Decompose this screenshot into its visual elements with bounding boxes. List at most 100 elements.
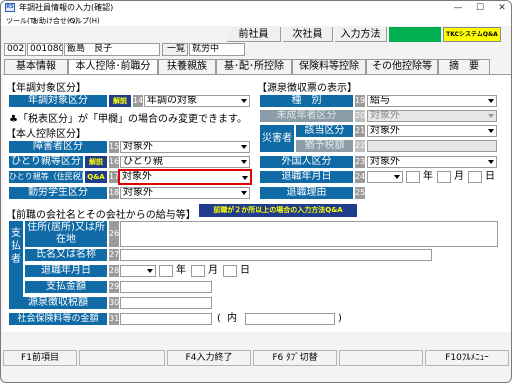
employee-code: 001080	[27, 43, 63, 56]
f8-blank-button[interactable]	[339, 350, 423, 366]
gaitou-label: 該当区分	[296, 125, 353, 137]
pay-amount-field-number: 29	[109, 281, 120, 293]
app-window: RS 年調社員情報の入力(確認) — ☐ ✕ ツール(T) お助け合せ(Q) ヘ…	[0, 0, 512, 383]
social-insurance-inner-input[interactable]	[245, 313, 335, 325]
gaikoku-field-number: 23	[355, 156, 366, 168]
retire-year-input[interactable]	[159, 265, 173, 277]
maximize-icon[interactable]: ☐	[469, 1, 491, 15]
company-name-input[interactable]	[120, 249, 432, 261]
gensen-section-title: 【源泉徴収票の表示】	[257, 83, 357, 94]
menu-help[interactable]: ヘルプ(H)	[68, 16, 100, 26]
f10-full-menu-button[interactable]: F10ﾌﾙﾒﾆｭｰ	[425, 350, 509, 366]
yuuyo-field-number: 22	[355, 140, 366, 152]
nenchou-field-number: 14	[133, 95, 144, 107]
address-input[interactable]	[120, 221, 498, 247]
kinrou-select[interactable]: 対象外	[120, 187, 250, 199]
shubetsu-value: 給与	[370, 95, 390, 106]
f2-blank-button[interactable]	[79, 350, 165, 366]
hitorioya-value: ひとり親	[123, 156, 163, 167]
hitorioya-select[interactable]: ひとり親	[120, 156, 250, 168]
f6-tab-switch-button[interactable]: F6 ﾀﾌﾞ切替	[253, 350, 337, 366]
social-insurance-input[interactable]	[120, 313, 212, 325]
tkc-qa-button[interactable]: TKCシステムQ&A	[443, 27, 501, 42]
kinrou-label: 勤労学生区分	[9, 187, 107, 199]
taishoku-reason-field-number: 25	[355, 187, 366, 199]
shubetsu-select[interactable]: 給与	[367, 95, 497, 107]
gaitou-value: 対象外	[370, 125, 400, 136]
chevron-down-icon	[241, 145, 247, 149]
taishoku-month-input[interactable]	[437, 171, 451, 183]
pay-amount-input[interactable]	[120, 281, 212, 293]
yuuyo-amount-field	[367, 140, 497, 152]
tab-basic-spouse-deduction[interactable]: 基･配･所控除	[216, 59, 292, 74]
taishoku-era-select[interactable]	[367, 171, 403, 183]
shougai-select[interactable]: 対象外	[120, 141, 250, 153]
payer-side-label: 支払者	[9, 221, 23, 297]
company-name-label: 氏名又は名称	[25, 249, 107, 261]
retire-day-label: 日	[240, 265, 250, 276]
retire-month-label: 月	[208, 265, 218, 276]
employee-name: 飯島 良子	[64, 43, 160, 56]
paren-close: )	[338, 313, 342, 324]
minimize-icon[interactable]: —	[447, 1, 469, 15]
year-label: 年	[423, 171, 433, 182]
title-bar: RS 年調社員情報の入力(確認) — ☐ ✕	[1, 1, 511, 15]
nenchou-select[interactable]: 年調の対象	[144, 95, 250, 107]
retire-era-select[interactable]	[120, 265, 156, 277]
month-label: 月	[454, 171, 464, 182]
social-insurance-field-number: 31	[109, 313, 120, 325]
tab-dependents[interactable]: 扶養親族	[158, 59, 216, 74]
miseinen-label: 未成年者区分	[260, 110, 353, 122]
gaitou-field-number: 21	[355, 125, 366, 137]
hitorioya-ju-qa-button[interactable]: Q&A	[85, 171, 107, 183]
chevron-down-icon	[241, 160, 247, 164]
uchi-label: 内	[227, 313, 237, 324]
nenchou-value: 年調の対象	[147, 95, 197, 106]
hitorioya-label: ひとり親等区分	[9, 156, 83, 168]
tab-other-deductions[interactable]: その他控除等	[366, 59, 438, 74]
withholding-tax-input[interactable]	[120, 297, 212, 309]
retire-date-field-number: 28	[109, 265, 120, 277]
address-field-number: 26	[109, 221, 119, 247]
f1-prev-field-button[interactable]: F1前項目	[3, 350, 77, 366]
next-employee-button[interactable]: 次社員	[283, 27, 333, 42]
koujo-section-title: 【本人控除区分】	[6, 129, 86, 140]
nenchou-label: 年調対象区分	[9, 95, 107, 107]
taishoku-day-input[interactable]	[468, 171, 482, 183]
nenchou-section-title: 【年調対象区分】	[6, 83, 86, 94]
nenchou-note: ♣「税表区分」が「甲欄」の場合のみ変更できます。	[9, 114, 247, 125]
list-button[interactable]: 一覧	[162, 43, 188, 56]
gaikoku-select[interactable]: 対象外	[367, 156, 497, 168]
tab-remarks[interactable]: 摘 要	[438, 59, 490, 74]
taishoku-year-input[interactable]	[406, 171, 420, 183]
prev-employee-button[interactable]: 前社員	[227, 27, 281, 42]
miseinen-value: 対象外	[370, 110, 400, 121]
taishoku-date-label: 退職年月日	[260, 171, 353, 183]
retire-year-label: 年	[176, 265, 186, 276]
tab-insurance-deduction[interactable]: 保険料等控除	[292, 59, 366, 74]
miseinen-field-number: 20	[355, 110, 366, 122]
close-icon[interactable]: ✕	[491, 1, 511, 15]
chevron-down-icon	[241, 191, 247, 195]
input-method-button[interactable]: 入力方法	[335, 27, 387, 42]
gaitou-select[interactable]: 対象外	[367, 125, 497, 137]
hitorioya-field-number: 16	[109, 156, 120, 168]
tab-basic-info[interactable]: 基本情報	[4, 59, 68, 74]
miseinen-select: 対象外	[367, 110, 497, 122]
hitorioya-ju-select[interactable]: 対象外	[118, 169, 252, 185]
shubetsu-label: 種 別	[260, 95, 353, 107]
prev-company-title: 【前職の会社名とその会社からの給与等】	[6, 210, 196, 221]
retire-day-input[interactable]	[223, 265, 237, 277]
f4-finish-input-button[interactable]: F4入力終了	[167, 350, 251, 366]
company-name-field-number: 27	[109, 249, 120, 261]
prev-company-help-button[interactable]: 前職が２か所以上の場合の入力方法Q&A	[199, 204, 357, 217]
retire-month-input[interactable]	[191, 265, 205, 277]
nenchou-help-button[interactable]: 解説	[109, 95, 131, 107]
address-label: 住所(居所)又は所在地	[25, 221, 107, 247]
employment-status: 就労中	[189, 43, 245, 56]
day-label: 日	[485, 171, 495, 182]
chevron-down-icon	[242, 176, 248, 180]
hitorioya-help-button[interactable]: 解説	[85, 156, 107, 168]
tab-self-deduction[interactable]: 本人控除･前職分	[68, 59, 158, 75]
chevron-down-icon	[394, 175, 400, 179]
